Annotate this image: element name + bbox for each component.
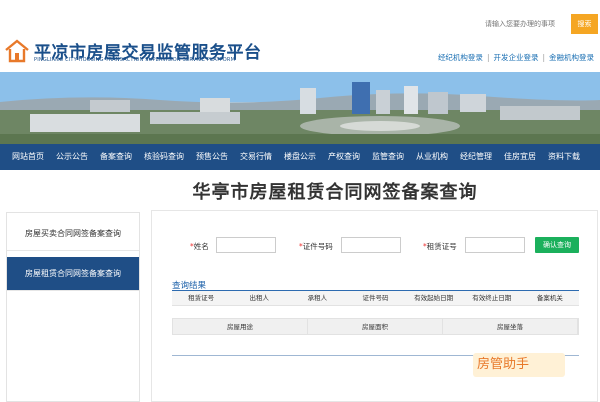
sidebar-item-lease-contract-query[interactable]: 房屋租赁合同网签备案查询 <box>7 257 139 291</box>
main-nav: 网站首页 公示公告 备案查询 核验码查询 预售公告 交易行情 楼盘公示 产权查询… <box>0 144 600 170</box>
nav-property-query[interactable]: 产权查询 <box>322 144 366 170</box>
developer-login-link[interactable]: 开发企业登录 <box>493 53 538 62</box>
col-id-number: 证件号码 <box>362 294 389 302</box>
id-number-input[interactable] <box>341 237 401 253</box>
id-number-label: *证件号码 <box>299 241 333 252</box>
watermark: 房管助手 <box>473 353 565 377</box>
city-banner-image <box>0 72 600 144</box>
nav-home[interactable]: 网站首页 <box>6 144 50 170</box>
watermark-text: 房管助手 <box>477 357 530 372</box>
nav-announcements[interactable]: 公示公告 <box>50 144 94 170</box>
finance-login-link[interactable]: 金融机构登录 <box>549 53 594 62</box>
login-links: 经纪机构登录 | 开发企业登录 | 金融机构登录 <box>438 52 594 63</box>
nav-market[interactable]: 交易行情 <box>234 144 278 170</box>
confirm-query-button[interactable]: 确认查询 <box>535 237 579 253</box>
nav-agencies[interactable]: 从业机构 <box>410 144 454 170</box>
nav-projects[interactable]: 楼盘公示 <box>278 144 322 170</box>
search-input[interactable] <box>479 14 567 34</box>
nav-filing-query[interactable]: 备案查询 <box>94 144 138 170</box>
nav-downloads[interactable]: 资料下载 <box>542 144 586 170</box>
separator: | <box>542 53 545 62</box>
col-lessee: 承租人 <box>307 294 328 302</box>
name-label: *姓名 <box>190 241 209 252</box>
col-house-area: 房屋面积 <box>308 319 443 334</box>
col-house-usage: 房屋用途 <box>173 319 308 334</box>
page-title: 华亭市房屋租赁合同网签备案查询 <box>192 182 478 203</box>
house-logo-icon <box>4 38 30 64</box>
col-filing-authority: 备案机关 <box>536 294 563 302</box>
nav-livable-homes[interactable]: 佳房宜居 <box>498 144 542 170</box>
lease-cert-label-text: 租赁证号 <box>426 242 457 251</box>
nav-supervision-query[interactable]: 监管查询 <box>366 144 410 170</box>
name-label-text: 姓名 <box>193 242 209 251</box>
nav-broker-management[interactable]: 经纪管理 <box>454 144 498 170</box>
col-start-date: 有效起始日期 <box>414 294 454 302</box>
results-header-row: 租赁证号 出租人 承租人 证件号码 有效起始日期 有效终止日期 备案机关 <box>172 291 579 306</box>
sidebar: 房屋买卖合同网签备案查询 房屋租赁合同网签备案查询 <box>6 212 140 402</box>
nav-verify-code-query[interactable]: 核验码查询 <box>138 144 190 170</box>
col-house-location: 房屋坐落 <box>443 319 578 334</box>
col-end-date: 有效终止日期 <box>472 294 512 302</box>
name-input[interactable] <box>216 237 276 253</box>
nav-presale-notice[interactable]: 预售公告 <box>190 144 234 170</box>
col-lease-cert: 租赁证号 <box>188 294 215 302</box>
lease-cert-label: *租赁证号 <box>423 241 457 252</box>
site-subtitle: PINGLIANG CITY HOUSING TRANSACTION SUPER… <box>34 57 236 63</box>
lease-cert-input[interactable] <box>465 237 525 253</box>
broker-login-link[interactable]: 经纪机构登录 <box>438 53 483 62</box>
results-header-row-2: 房屋用途 房屋面积 房屋坐落 <box>172 318 579 335</box>
col-lessor: 出租人 <box>249 294 269 302</box>
sidebar-item-sale-contract-query[interactable]: 房屋买卖合同网签备案查询 <box>7 217 139 251</box>
search-button[interactable]: 搜索 <box>571 14 598 34</box>
id-number-label-text: 证件号码 <box>302 242 333 251</box>
separator: | <box>486 53 490 62</box>
